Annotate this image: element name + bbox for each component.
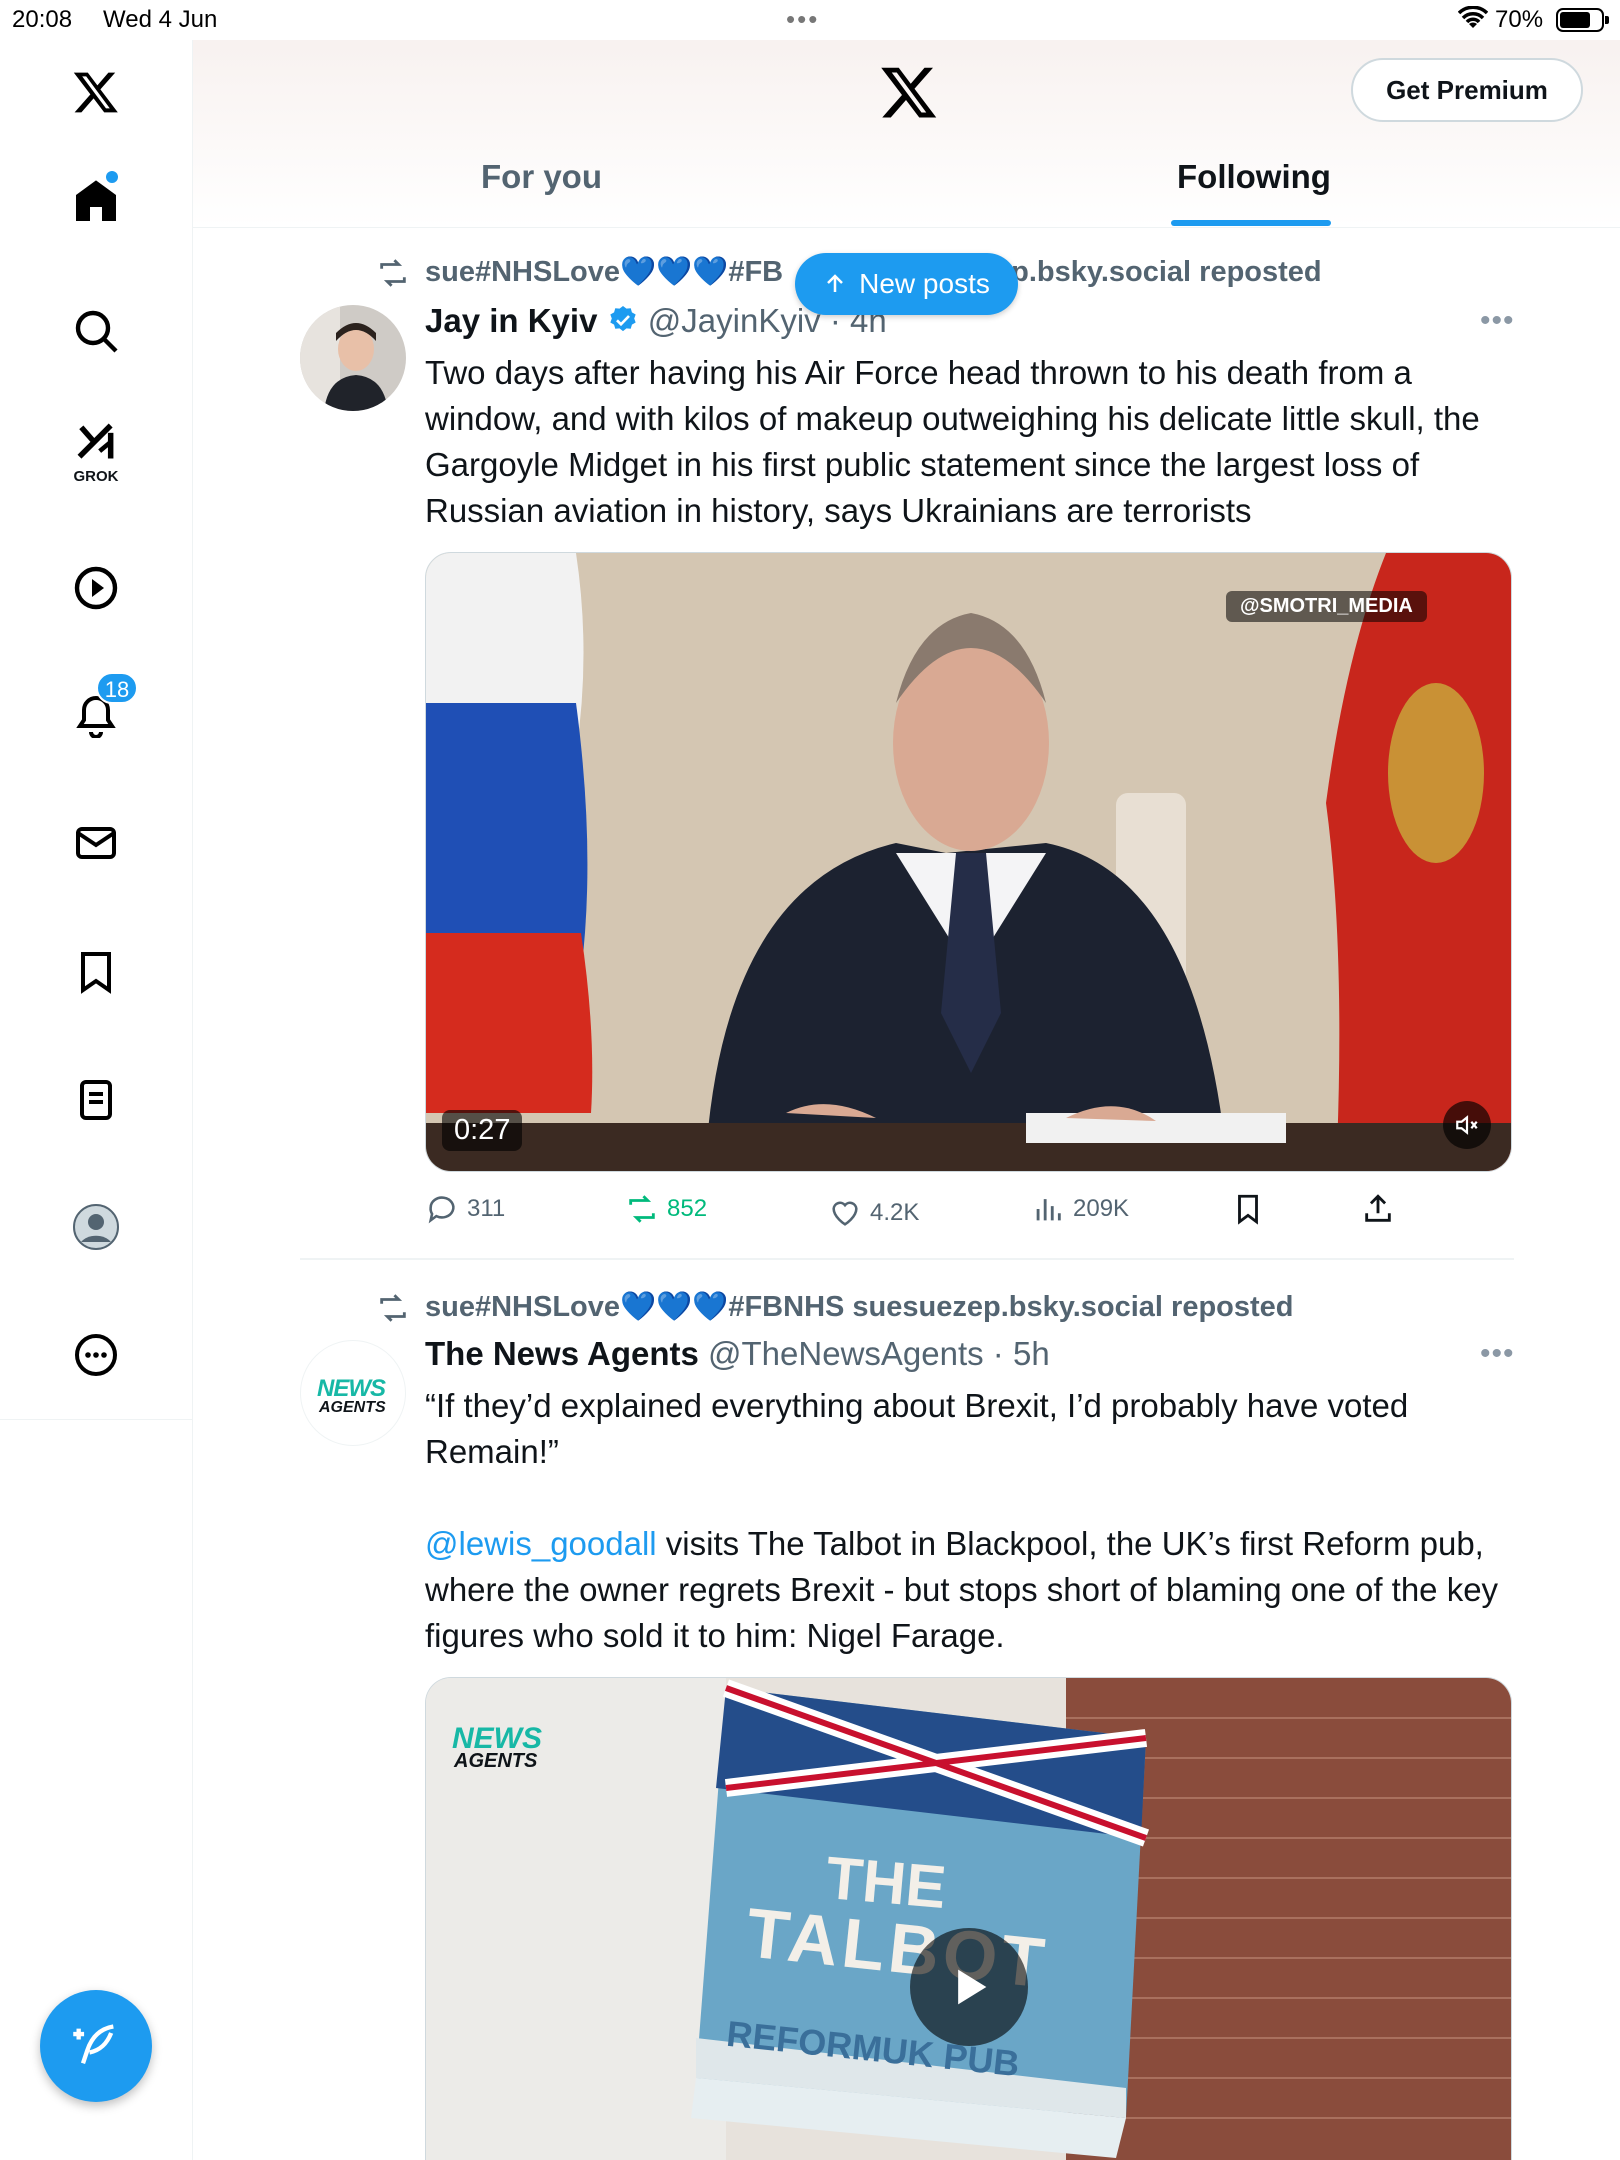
active-tab-indicator bbox=[1171, 220, 1331, 226]
more-icon bbox=[75, 1334, 117, 1376]
search-icon bbox=[75, 310, 118, 353]
author-handle[interactable]: @TheNewsAgents bbox=[708, 1335, 984, 1372]
notification-badge: 18 bbox=[96, 672, 138, 704]
post-text: Two days after having his Air Force head… bbox=[425, 354, 1489, 529]
like-count: 4.2K bbox=[870, 1199, 920, 1226]
repost-count: 852 bbox=[667, 1195, 708, 1222]
sidebar-item-profile[interactable] bbox=[66, 1197, 126, 1257]
bookmark-icon bbox=[1238, 1194, 1258, 1225]
bookmark-icon bbox=[81, 952, 111, 994]
play-icon bbox=[958, 1969, 987, 2005]
status-time: 20:08 bbox=[12, 6, 73, 33]
author-name[interactable]: The News Agents bbox=[425, 1335, 699, 1372]
home-icon bbox=[76, 180, 116, 221]
post-actions: 311 852 4.2K 209K bbox=[425, 1192, 1425, 1232]
view-count: 209K bbox=[1073, 1195, 1130, 1222]
sidebar-item-more[interactable] bbox=[66, 1325, 126, 1385]
repost-icon bbox=[629, 1195, 655, 1223]
home-notification-dot bbox=[106, 171, 118, 183]
sidebar-item-messages[interactable] bbox=[66, 813, 126, 873]
get-premium-button[interactable]: Get Premium bbox=[1351, 58, 1583, 122]
battery-icon bbox=[1556, 8, 1609, 32]
post-text: “If they’d explained everything about Br… bbox=[425, 1383, 1505, 1659]
video-logo-text-2: AGENTS bbox=[454, 1750, 538, 1772]
sidebar-border bbox=[192, 40, 193, 2160]
sidebar-item-home[interactable] bbox=[66, 171, 126, 231]
views-chart-icon bbox=[1036, 1199, 1061, 1221]
avatar-logo-text-2: AGENTS bbox=[319, 1399, 386, 1416]
views-button[interactable]: 209K bbox=[1031, 1192, 1129, 1226]
post-video[interactable]: NEWS AGENTS THE TALBOT REFORMUK PUB bbox=[425, 1677, 1512, 2160]
status-bar: 20:08 Wed 4 Jun ••• 70% bbox=[0, 0, 1620, 40]
sidebar-divider bbox=[0, 1419, 193, 1420]
share-icon bbox=[1365, 1194, 1391, 1222]
post-divider bbox=[300, 1258, 1514, 1260]
post-video[interactable]: @SMOTRI_MEDIA 0:27 bbox=[425, 552, 1512, 1172]
reply-icon bbox=[428, 1196, 455, 1224]
repost-button[interactable]: 852 bbox=[625, 1192, 707, 1226]
video-duration: 0:27 bbox=[442, 1110, 523, 1151]
arrow-up-icon bbox=[827, 274, 844, 292]
tab-following[interactable]: Following bbox=[1177, 158, 1331, 196]
sidebar-item-grok[interactable]: GROK bbox=[66, 420, 126, 485]
profile-icon bbox=[73, 1204, 119, 1250]
x-logo-icon[interactable] bbox=[879, 62, 939, 122]
status-date: Wed 4 Jun bbox=[103, 6, 218, 33]
author-handle[interactable]: @JayinKyiv bbox=[648, 302, 821, 339]
verified-badge-icon bbox=[609, 306, 636, 332]
compose-feather-icon bbox=[73, 2024, 114, 2065]
video-watermark: @SMOTRI_MEDIA bbox=[1226, 591, 1427, 622]
muted-speaker-icon bbox=[1456, 1115, 1478, 1135]
sidebar-item-lists[interactable] bbox=[66, 1070, 126, 1130]
heart-icon bbox=[832, 1201, 858, 1226]
reply-button[interactable]: 311 bbox=[425, 1192, 505, 1226]
author-row: The News Agents @TheNewsAgents · 5h bbox=[425, 1335, 1050, 1372]
video-play-icon bbox=[74, 566, 118, 610]
new-posts-label: New posts bbox=[859, 268, 990, 299]
sidebar-item-videos[interactable] bbox=[66, 558, 126, 618]
lists-icon bbox=[80, 1080, 112, 1120]
author-name[interactable]: Jay in Kyiv bbox=[425, 302, 597, 339]
repost-suffix: p.bsky.social reposted bbox=[1011, 256, 1322, 288]
compose-post-button[interactable] bbox=[40, 1990, 152, 2102]
multitasking-dots-icon[interactable]: ••• bbox=[786, 4, 819, 35]
top-header: Get Premium For you Following bbox=[193, 40, 1620, 228]
sidebar-item-notifications[interactable]: 18 bbox=[66, 672, 138, 744]
x-logo-icon[interactable] bbox=[66, 62, 126, 122]
mention-link[interactable]: @lewis_goodall bbox=[425, 1525, 657, 1562]
battery-percent: 70% bbox=[1495, 6, 1544, 33]
play-button[interactable] bbox=[910, 1928, 1028, 2046]
new-posts-button[interactable]: New posts bbox=[795, 253, 1018, 315]
sidebar-item-explore[interactable] bbox=[66, 301, 126, 361]
repost-attribution[interactable]: sue#NHSLove💙💙💙#FBNHS suesuezep.bsky.soci… bbox=[425, 1290, 1294, 1324]
bookmark-button[interactable] bbox=[1231, 1192, 1273, 1226]
video-thumbnail bbox=[426, 553, 1511, 1171]
wifi-icon bbox=[1457, 5, 1489, 37]
like-button[interactable]: 4.2K bbox=[828, 1196, 919, 1230]
repost-icon bbox=[380, 259, 406, 287]
post-more-icon[interactable]: ••• bbox=[1480, 1337, 1515, 1371]
tab-for-you[interactable]: For you bbox=[481, 158, 602, 196]
post-time[interactable]: 5h bbox=[1013, 1335, 1050, 1372]
mail-icon bbox=[76, 827, 116, 859]
avatar[interactable] bbox=[300, 305, 406, 411]
repost-icon bbox=[380, 1294, 406, 1322]
post-more-icon[interactable]: ••• bbox=[1480, 304, 1515, 338]
post-text-quote: “If they’d explained everything about Br… bbox=[425, 1387, 1418, 1470]
reply-count: 311 bbox=[467, 1195, 506, 1222]
repost-user[interactable]: sue#NHSLove💙💙💙#FB bbox=[425, 256, 783, 288]
avatar[interactable]: NEWS AGENTS bbox=[300, 1340, 406, 1446]
share-button[interactable] bbox=[1361, 1192, 1403, 1226]
sidebar-item-bookmarks[interactable] bbox=[66, 942, 126, 1002]
mute-button[interactable] bbox=[1443, 1101, 1491, 1149]
grok-label: GROK bbox=[73, 468, 119, 485]
grok-icon bbox=[77, 423, 114, 459]
